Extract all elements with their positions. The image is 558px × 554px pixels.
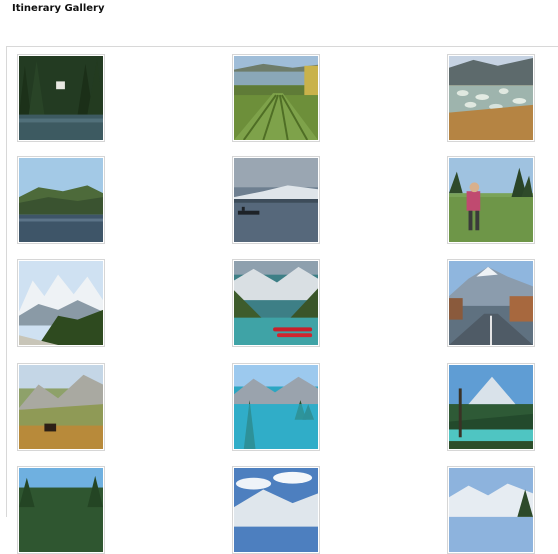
thumbnail-image xyxy=(449,56,533,140)
thumbnail-image xyxy=(449,261,533,345)
gallery-thumbnail[interactable] xyxy=(232,259,320,347)
thumbnail-image xyxy=(19,468,103,552)
gallery-thumbnail[interactable] xyxy=(232,156,320,244)
gallery-thumbnail[interactable] xyxy=(447,259,535,347)
gallery-thumbnail[interactable] xyxy=(17,363,105,451)
gallery-thumbnail[interactable] xyxy=(232,466,320,554)
gallery-thumbnail[interactable] xyxy=(447,363,535,451)
gallery-thumbnail[interactable] xyxy=(232,363,320,451)
thumbnail-image xyxy=(19,365,103,449)
gallery-thumbnail[interactable] xyxy=(447,156,535,244)
thumbnail-image xyxy=(449,365,533,449)
thumbnail-image xyxy=(449,468,533,552)
gallery-thumbnail[interactable] xyxy=(232,54,320,142)
thumbnail-image xyxy=(449,158,533,242)
thumbnail-image xyxy=(19,158,103,242)
page-title: Itinerary Gallery xyxy=(12,3,105,14)
gallery-thumbnail[interactable] xyxy=(447,54,535,142)
thumbnail-image xyxy=(234,261,318,345)
thumbnail-image xyxy=(234,158,318,242)
thumbnail-image xyxy=(234,56,318,140)
gallery-thumbnail[interactable] xyxy=(447,466,535,554)
thumbnail-image xyxy=(234,468,318,552)
gallery-thumbnail[interactable] xyxy=(17,259,105,347)
gallery-panel xyxy=(6,46,558,554)
gallery-thumbnail[interactable] xyxy=(17,156,105,244)
gallery-thumbnail[interactable] xyxy=(17,466,105,554)
thumbnail-image xyxy=(234,365,318,449)
gallery-thumbnail[interactable] xyxy=(17,54,105,142)
thumbnail-image xyxy=(19,261,103,345)
thumbnail-image xyxy=(19,56,103,140)
